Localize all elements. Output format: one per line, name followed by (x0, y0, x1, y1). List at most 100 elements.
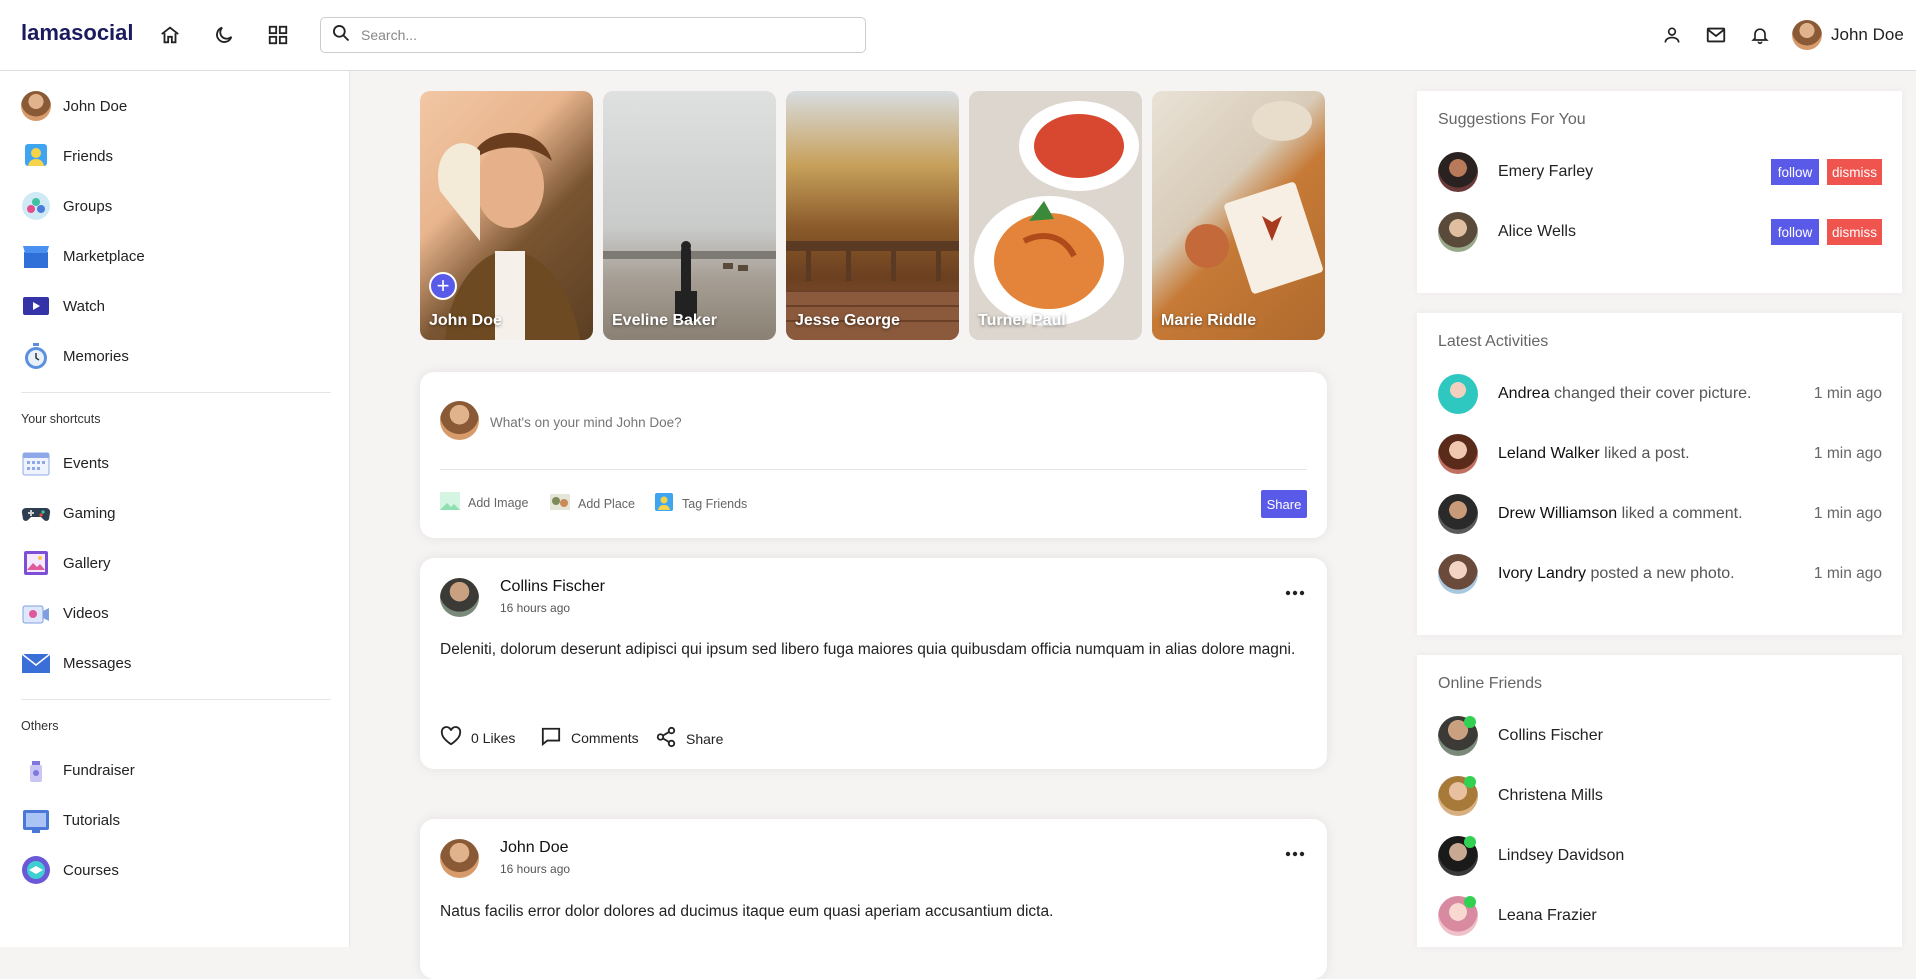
avatar (21, 91, 51, 121)
share-button[interactable]: Share (1261, 490, 1307, 518)
messages-icon (21, 648, 51, 678)
sidebar-item-watch[interactable]: Watch (21, 291, 105, 321)
avatar[interactable] (1438, 434, 1478, 474)
activity-row: Andrea changed their cover picture. 1 mi… (1438, 374, 1882, 414)
share-box: Add Image Add Place Tag Friends Share (420, 372, 1327, 538)
sidebar-item-events[interactable]: Events (21, 448, 109, 478)
online-friend-row[interactable]: Christena Mills (1438, 776, 1882, 816)
search-input[interactable] (361, 27, 841, 43)
activity-user[interactable]: Andrea (1498, 385, 1550, 402)
left-sidebar: John Doe Friends Groups Marketplace Watc… (0, 71, 350, 947)
nav-user[interactable]: John Doe (1792, 20, 1904, 50)
story-card[interactable]: Marie Riddle (1152, 91, 1325, 340)
avatar (1792, 20, 1822, 50)
online-avatar (1438, 776, 1478, 816)
sidebar-item-fundraiser[interactable]: Fundraiser (21, 755, 135, 785)
comments-button[interactable]: Comments (540, 726, 639, 749)
follow-button[interactable]: follow (1771, 159, 1819, 185)
story-card[interactable]: Eveline Baker (603, 91, 776, 340)
online-friend-name: Collins Fischer (1498, 727, 1603, 744)
online-friend-name: Leana Frazier (1498, 907, 1597, 924)
memories-icon (21, 341, 51, 371)
feed: + John Doe Eveline Baker Jesse George Tu… (350, 71, 1397, 979)
navbar: lamasocial John Doe (0, 0, 1916, 71)
more-icon[interactable] (1283, 588, 1307, 598)
online-friend-name: Christena Mills (1498, 787, 1603, 804)
activity-user[interactable]: Ivory Landry (1498, 565, 1586, 582)
more-icon[interactable] (1283, 849, 1307, 859)
sidebar-item-label: Events (63, 454, 109, 472)
story-image (438, 132, 580, 340)
online-status-dot (1464, 716, 1476, 728)
friends-icon (21, 141, 51, 171)
sidebar-item-friends[interactable]: Friends (21, 141, 113, 171)
post-time: 16 hours ago (500, 862, 571, 876)
activity-text: Andrea changed their cover picture. (1498, 385, 1752, 403)
suggestion-name[interactable]: Alice Wells (1498, 223, 1576, 241)
dismiss-button[interactable]: dismiss (1827, 159, 1882, 185)
avatar[interactable] (1438, 554, 1478, 594)
share-input[interactable] (490, 415, 1190, 430)
story-name: Eveline Baker (612, 312, 717, 329)
tag-friends-option[interactable]: Tag Friends (654, 492, 747, 515)
online-status-dot (1464, 836, 1476, 848)
follow-button[interactable]: follow (1771, 219, 1819, 245)
home-icon[interactable] (158, 23, 182, 47)
sidebar-item-tutorials[interactable]: Tutorials (21, 805, 120, 835)
activity-user[interactable]: Leland Walker (1498, 445, 1600, 462)
add-place-option[interactable]: Add Place (550, 492, 635, 515)
online-friend-row[interactable]: Lindsey Davidson (1438, 836, 1882, 876)
search-bar[interactable] (320, 17, 866, 53)
sidebar-item-gallery[interactable]: Gallery (21, 548, 111, 578)
avatar[interactable] (1438, 374, 1478, 414)
online-friend-row[interactable]: Leana Frazier (1438, 896, 1882, 936)
activity-user[interactable]: Drew Williamson (1498, 505, 1617, 522)
bell-icon[interactable] (1748, 23, 1772, 47)
post-share-button[interactable]: Share (655, 726, 723, 751)
post-author[interactable]: Collins Fischer (500, 578, 605, 596)
events-icon (21, 448, 51, 478)
activity-time: 1 min ago (1813, 505, 1882, 522)
moon-icon[interactable] (212, 23, 236, 47)
sidebar-item-profile[interactable]: John Doe (21, 91, 127, 121)
post-text: Deleniti, dolorum deserunt adipisci qui … (440, 641, 1296, 658)
share-label: Share (686, 730, 724, 747)
sidebar-item-messages[interactable]: Messages (21, 648, 131, 678)
online-friend-row[interactable]: Collins Fischer (1438, 716, 1882, 756)
avatar[interactable] (1438, 494, 1478, 534)
sidebar-item-memories[interactable]: Memories (21, 341, 129, 371)
activity-row: Drew Williamson liked a comment. 1 min a… (1438, 494, 1882, 534)
story-name: Turner Paul (978, 312, 1066, 329)
avatar[interactable] (1438, 152, 1478, 192)
activities-card: Latest Activities Andrea changed their c… (1417, 313, 1902, 635)
person-icon[interactable] (1660, 23, 1684, 47)
story-card[interactable]: + John Doe (420, 91, 593, 340)
add-story-button[interactable]: + (429, 272, 457, 300)
avatar[interactable] (1438, 212, 1478, 252)
like-button[interactable]: 0 Likes (440, 726, 515, 749)
sidebar-item-groups[interactable]: Groups (21, 191, 112, 221)
post-time: 16 hours ago (500, 601, 571, 615)
search-icon (331, 23, 351, 48)
avatar[interactable] (440, 839, 479, 878)
sidebar-item-videos[interactable]: Videos (21, 598, 109, 628)
story-card[interactable]: Turner Paul (969, 91, 1142, 340)
logo[interactable]: lamasocial (21, 20, 134, 46)
avatar[interactable] (440, 578, 479, 617)
online-avatar (1438, 896, 1478, 936)
dismiss-button[interactable]: dismiss (1827, 219, 1882, 245)
activity-row: Leland Walker liked a post. 1 min ago (1438, 434, 1882, 474)
online-status-dot (1464, 896, 1476, 908)
sidebar-item-courses[interactable]: Courses (21, 855, 119, 885)
suggestion-row: Emery Farley follow dismiss (1438, 152, 1882, 192)
sidebar-item-gaming[interactable]: Gaming (21, 498, 116, 528)
grid-icon[interactable] (266, 23, 290, 47)
post-author[interactable]: John Doe (500, 839, 569, 857)
story-card[interactable]: Jesse George (786, 91, 959, 340)
sidebar-item-marketplace[interactable]: Marketplace (21, 241, 145, 271)
online-avatar (1438, 836, 1478, 876)
shortcuts-title: Your shortcuts (21, 412, 101, 426)
add-image-option[interactable]: Add Image (440, 492, 528, 513)
suggestion-name[interactable]: Emery Farley (1498, 163, 1593, 181)
mail-icon[interactable] (1704, 23, 1728, 47)
